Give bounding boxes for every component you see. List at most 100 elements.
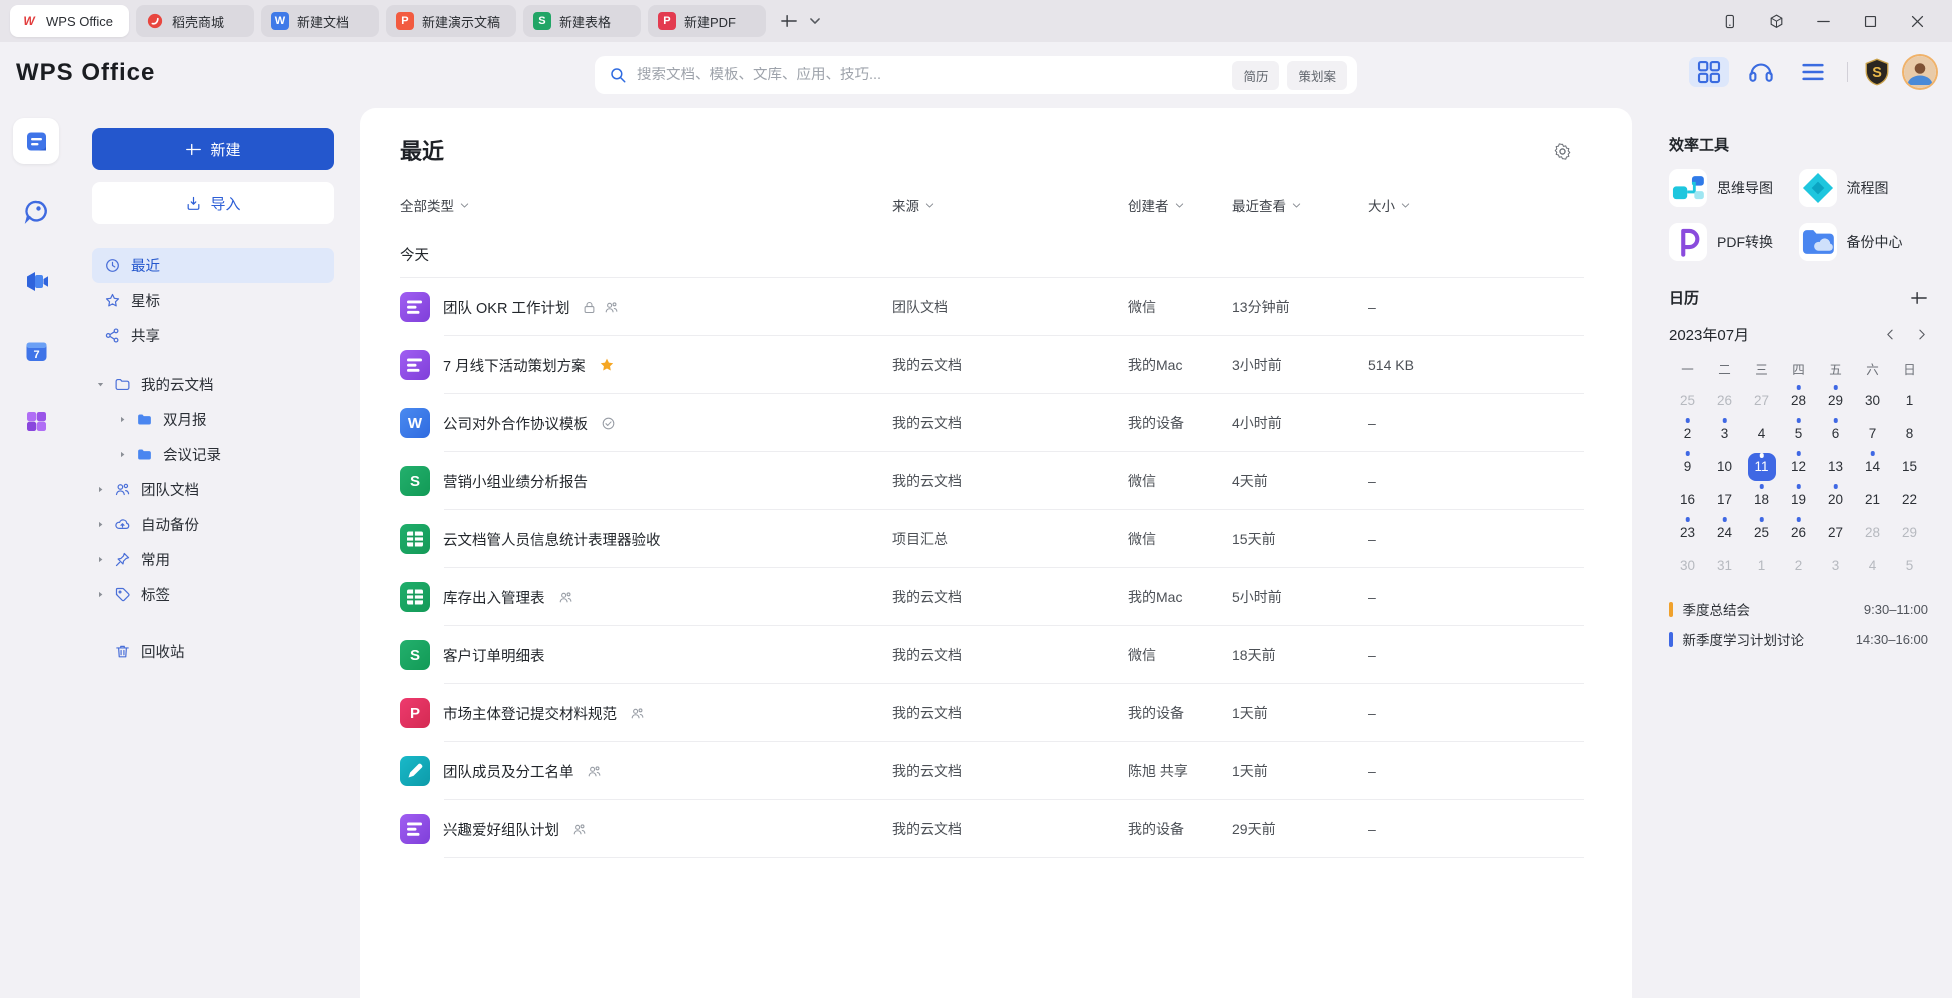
- rail-item-calendar[interactable]: 7: [13, 328, 59, 374]
- file-row[interactable]: 云文档管人员信息统计表理器验收 项目汇总 微信 15天前 –: [400, 510, 1584, 568]
- maximize-button[interactable]: [1862, 13, 1879, 30]
- tool-backup[interactable]: 备份中心: [1799, 223, 1929, 261]
- filter-3[interactable]: 最近查看: [1232, 195, 1368, 215]
- list-settings-gear-icon[interactable]: [1553, 142, 1572, 161]
- search-tag[interactable]: 简历: [1232, 61, 1279, 90]
- caret-right-icon[interactable]: [96, 555, 105, 564]
- calendar-day[interactable]: 4: [1743, 417, 1780, 450]
- calendar-day[interactable]: 23: [1669, 516, 1706, 549]
- sidebar-tree-cloud-up[interactable]: 自动备份: [92, 507, 334, 542]
- calendar-day[interactable]: 10: [1706, 450, 1743, 483]
- sidebar-item-star[interactable]: 星标: [92, 283, 334, 318]
- rail-item-apps[interactable]: [13, 398, 59, 444]
- rail-item-chat[interactable]: [13, 188, 59, 234]
- calendar-day[interactable]: 29: [1891, 516, 1928, 549]
- tab-writer[interactable]: W新建文档: [261, 5, 379, 37]
- calendar-day[interactable]: 27: [1817, 516, 1854, 549]
- calendar-day[interactable]: 26: [1706, 384, 1743, 417]
- tab-pdf[interactable]: P新建PDF: [648, 5, 766, 37]
- caret-right-icon[interactable]: [118, 450, 127, 459]
- calendar-day[interactable]: 2: [1669, 417, 1706, 450]
- sidebar-tree-folder-filled[interactable]: 双月报: [92, 402, 334, 437]
- calendar-day[interactable]: 28: [1854, 516, 1891, 549]
- tool-pdf-convert[interactable]: PDF转换: [1669, 223, 1799, 261]
- calendar-day[interactable]: 4: [1854, 549, 1891, 582]
- calendar-day[interactable]: 5: [1891, 549, 1928, 582]
- close-button[interactable]: [1909, 13, 1926, 30]
- new-document-button[interactable]: 新建: [92, 128, 334, 170]
- file-row[interactable]: 7 月线下活动策划方案 我的云文档 我的Mac 3小时前 514 KB: [400, 336, 1584, 394]
- calendar-day[interactable]: 19: [1780, 483, 1817, 516]
- file-row[interactable]: W 公司对外合作协议模板 我的云文档 我的设备 4小时前 –: [400, 394, 1584, 452]
- file-row[interactable]: 兴趣爱好组队计划 我的云文档 我的设备 29天前 –: [400, 800, 1584, 858]
- sidebar-tree-tag[interactable]: 标签: [92, 577, 334, 612]
- tab-wps[interactable]: WWPS Office: [10, 5, 129, 37]
- caret-right-icon[interactable]: [96, 485, 105, 494]
- calendar-day[interactable]: 24: [1706, 516, 1743, 549]
- file-row[interactable]: 库存出入管理表 我的云文档 我的Mac 5小时前 –: [400, 568, 1584, 626]
- sidebar-tree-users[interactable]: 团队文档: [92, 472, 334, 507]
- calendar-day[interactable]: 8: [1891, 417, 1928, 450]
- calendar-day[interactable]: 2: [1780, 549, 1817, 582]
- calendar-day[interactable]: 29: [1817, 384, 1854, 417]
- add-event-button[interactable]: [1910, 289, 1928, 307]
- calendar-day[interactable]: 1: [1743, 549, 1780, 582]
- calendar-day[interactable]: 16: [1669, 483, 1706, 516]
- new-tab-button[interactable]: [780, 12, 798, 30]
- next-month-button[interactable]: [1915, 328, 1928, 341]
- calendar-day[interactable]: 27: [1743, 384, 1780, 417]
- membership-badge-icon[interactable]: S: [1862, 57, 1892, 87]
- calendar-day[interactable]: 12: [1780, 450, 1817, 483]
- sidebar-item-clock[interactable]: 最近: [92, 248, 334, 283]
- calendar-day[interactable]: 21: [1854, 483, 1891, 516]
- file-row[interactable]: 团队 OKR 工作计划 团队文档 微信 13分钟前 –: [400, 278, 1584, 336]
- tool-mindmap[interactable]: 思维导图: [1669, 169, 1799, 207]
- mobile-sync-icon[interactable]: [1721, 13, 1738, 30]
- file-row[interactable]: P 市场主体登记提交材料规范 我的云文档 我的设备 1天前 –: [400, 684, 1584, 742]
- calendar-day[interactable]: 22: [1891, 483, 1928, 516]
- calendar-day[interactable]: 13: [1817, 450, 1854, 483]
- calendar-day[interactable]: 11: [1743, 450, 1780, 483]
- calendar-day[interactable]: 20: [1817, 483, 1854, 516]
- search-bar[interactable]: 简历策划案: [595, 56, 1357, 94]
- tab-docer[interactable]: 稻壳商城: [136, 5, 254, 37]
- calendar-day[interactable]: 15: [1891, 450, 1928, 483]
- calendar-day[interactable]: 30: [1854, 384, 1891, 417]
- sidebar-item-trash[interactable]: 回收站: [92, 634, 334, 669]
- filter-1[interactable]: 来源: [892, 195, 1128, 215]
- workspace-cube-icon[interactable]: [1768, 13, 1785, 30]
- tool-flowchart[interactable]: 流程图: [1799, 169, 1929, 207]
- calendar-event[interactable]: 季度总结会 9:30–11:00: [1669, 594, 1928, 624]
- calendar-day[interactable]: 25: [1669, 384, 1706, 417]
- sidebar-tree-pin[interactable]: 常用: [92, 542, 334, 577]
- filter-4[interactable]: 大小: [1368, 195, 1584, 215]
- calendar-event[interactable]: 新季度学习计划讨论 14:30–16:00: [1669, 624, 1928, 654]
- calendar-day[interactable]: 14: [1854, 450, 1891, 483]
- calendar-day[interactable]: 26: [1780, 516, 1817, 549]
- calendar-day[interactable]: 17: [1706, 483, 1743, 516]
- calendar-day[interactable]: 3: [1706, 417, 1743, 450]
- file-row[interactable]: S 营销小组业绩分析报告 我的云文档 微信 4天前 –: [400, 452, 1584, 510]
- filter-2[interactable]: 创建者: [1128, 195, 1232, 215]
- tab-sheet[interactable]: S新建表格: [523, 5, 641, 37]
- calendar-day[interactable]: 3: [1817, 549, 1854, 582]
- calendar-day[interactable]: 30: [1669, 549, 1706, 582]
- search-input[interactable]: [637, 67, 1224, 83]
- calendar-day[interactable]: 31: [1706, 549, 1743, 582]
- file-row[interactable]: S 客户订单明细表 我的云文档 微信 18天前 –: [400, 626, 1584, 684]
- prev-month-button[interactable]: [1884, 328, 1897, 341]
- search-tag[interactable]: 策划案: [1287, 61, 1347, 90]
- import-button[interactable]: 导入: [92, 182, 334, 224]
- calendar-day[interactable]: 7: [1854, 417, 1891, 450]
- minimize-button[interactable]: [1815, 13, 1832, 30]
- caret-right-icon[interactable]: [96, 520, 105, 529]
- caret-right-icon[interactable]: [118, 415, 127, 424]
- rail-item-meeting[interactable]: [13, 258, 59, 304]
- rail-item-documents[interactable]: [13, 118, 59, 164]
- caret-right-icon[interactable]: [96, 590, 105, 599]
- calendar-day[interactable]: 25: [1743, 516, 1780, 549]
- sidebar-tree-folder[interactable]: 我的云文档: [92, 367, 334, 402]
- sidebar-item-share[interactable]: 共享: [92, 318, 334, 353]
- tab-slides[interactable]: P新建演示文稿: [386, 5, 516, 37]
- calendar-day[interactable]: 9: [1669, 450, 1706, 483]
